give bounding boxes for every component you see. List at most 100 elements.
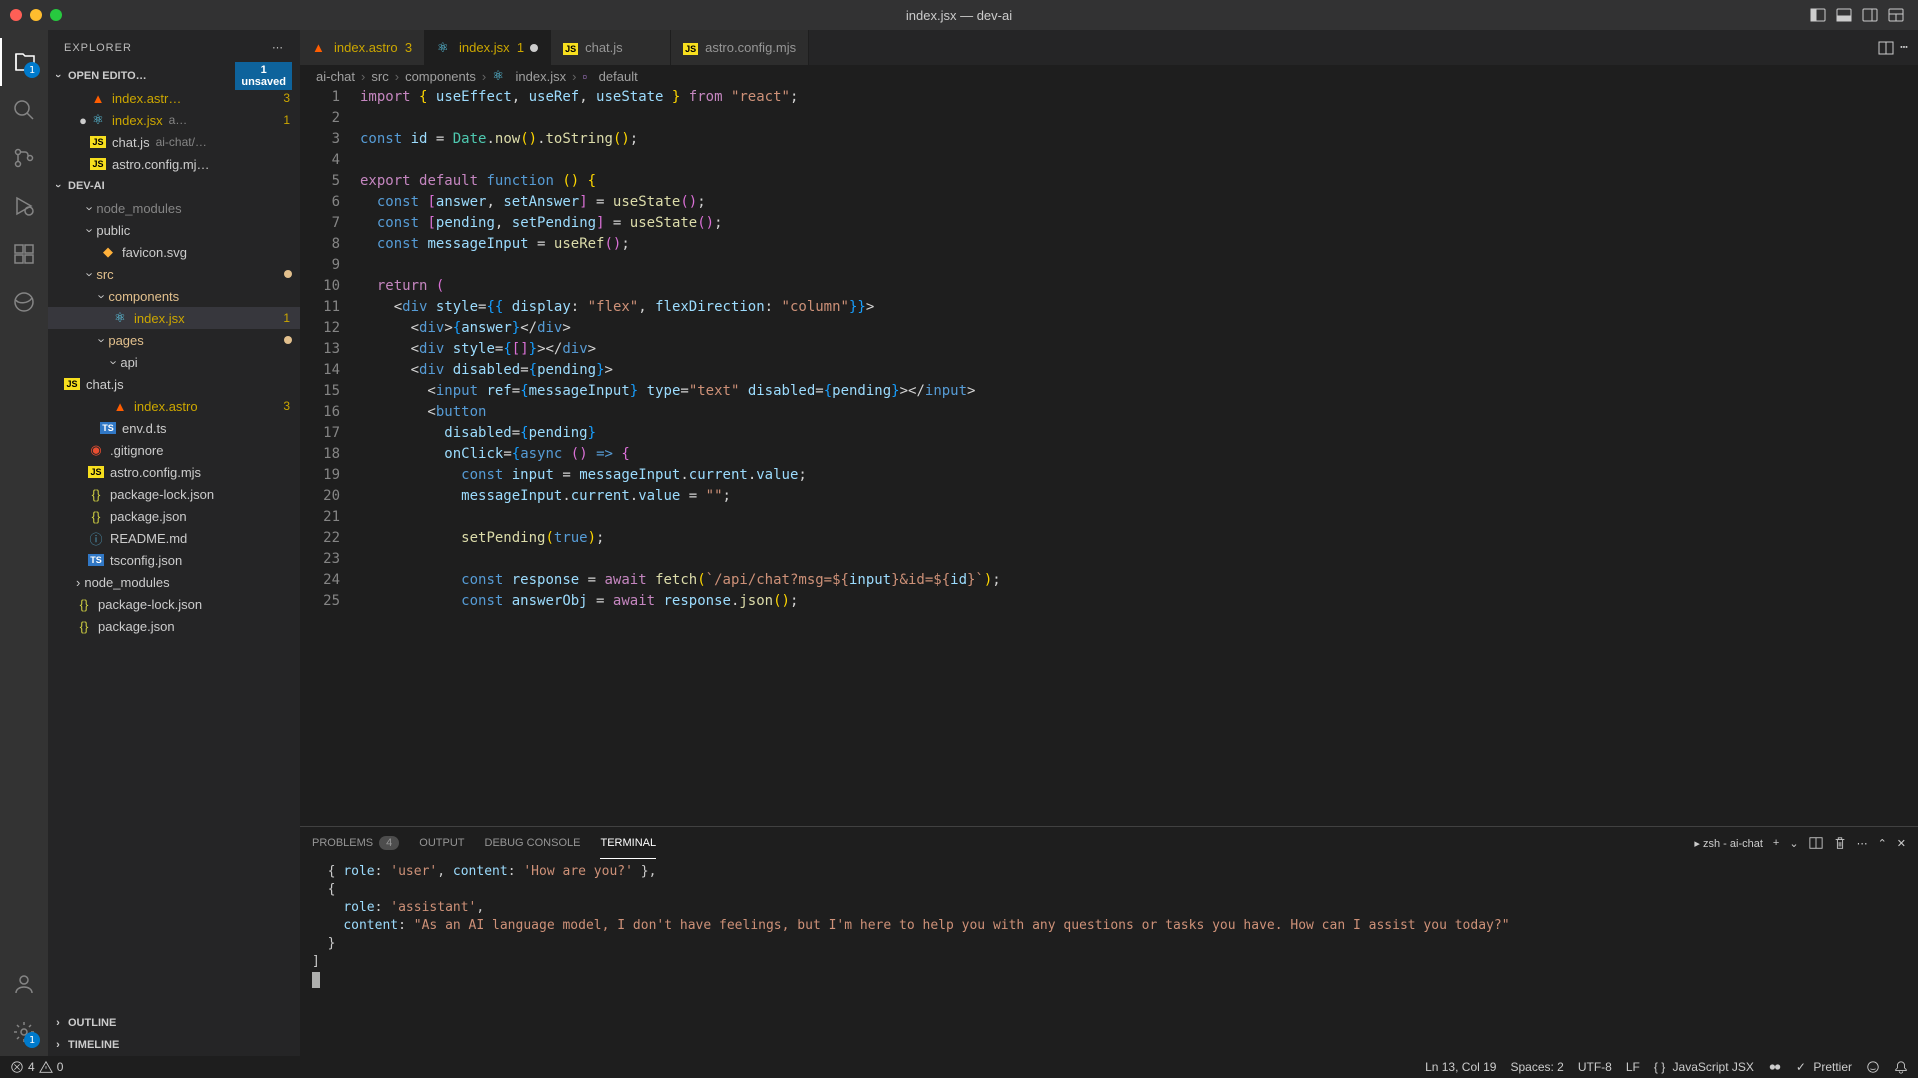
folder-item[interactable]: public — [48, 219, 300, 241]
breadcrumb[interactable]: ai-chat› src› components› ⚛ index.jsx› ▫… — [300, 65, 1918, 87]
file-item[interactable]: {}package.json — [48, 615, 300, 637]
settings-activity[interactable]: 1 — [0, 1008, 48, 1056]
maximize-window-button[interactable] — [50, 9, 62, 21]
folder-item[interactable]: components — [48, 285, 300, 307]
folder-item[interactable]: src — [48, 263, 300, 285]
chevron-right-icon — [52, 1039, 68, 1051]
status-bar: 4 0 Ln 13, Col 19 Spaces: 2 UTF-8 LF { }… — [0, 1056, 1918, 1078]
status-copilot-icon[interactable] — [1768, 1060, 1782, 1074]
accounts-activity[interactable] — [0, 960, 48, 1008]
file-item[interactable]: ⓘREADME.md — [48, 527, 300, 549]
file-item[interactable]: {}package.json — [48, 505, 300, 527]
code-content[interactable]: import { useEffect, useRef, useState } f… — [360, 87, 1918, 826]
unsaved-badge: 1 unsaved — [235, 62, 292, 90]
status-feedback-icon[interactable] — [1866, 1060, 1880, 1074]
folder-item[interactable]: node_modules — [48, 571, 300, 593]
chevron-down-icon — [52, 70, 68, 82]
status-language[interactable]: { } JavaScript JSX — [1654, 1060, 1754, 1074]
file-item[interactable]: JSchat.js — [48, 373, 300, 395]
open-editor-item[interactable]: ▲index.astr…3 — [48, 87, 300, 109]
edge-tools-activity[interactable] — [0, 278, 48, 326]
outline-section[interactable]: OUTLINE — [48, 1012, 300, 1034]
code-editor[interactable]: 1234567891011121314151617181920212223242… — [300, 87, 1918, 826]
editor-tab[interactable]: JSchat.js — [551, 30, 671, 65]
editor-tabs: ▲index.astro 3⚛index.jsx 1JSchat.jsJSast… — [300, 30, 1918, 65]
editor-more-icon[interactable]: ⋯ — [1900, 40, 1908, 55]
project-name: DEV-AI — [68, 180, 105, 192]
file-item[interactable]: JSastro.config.mjs — [48, 461, 300, 483]
window-controls — [10, 9, 62, 21]
terminal-more-icon[interactable]: ⋯ — [1857, 837, 1868, 850]
file-item[interactable]: {}package-lock.json — [48, 593, 300, 615]
explorer-more-icon[interactable]: ⋯ — [272, 41, 284, 54]
status-cursor[interactable]: Ln 13, Col 19 — [1425, 1060, 1496, 1074]
file-item[interactable]: TSenv.d.ts — [48, 417, 300, 439]
tab-output[interactable]: OUTPUT — [419, 827, 464, 859]
folder-item[interactable]: node_modules — [48, 197, 300, 219]
tab-problems[interactable]: PROBLEMS 4 — [312, 827, 399, 859]
open-editor-item[interactable]: JSchat.jsai-chat/… — [48, 131, 300, 153]
timeline-section[interactable]: TIMELINE — [48, 1034, 300, 1056]
window-title: index.jsx — dev-ai — [906, 8, 1012, 23]
minimize-window-button[interactable] — [30, 9, 42, 21]
terminal-dropdown-icon[interactable]: ⌄ — [1789, 837, 1798, 850]
terminal-output[interactable]: { role: 'user', content: 'How are you?' … — [300, 859, 1918, 1056]
open-editors-label: OPEN EDITO… — [68, 70, 147, 82]
activity-bar: 1 1 — [0, 30, 48, 1056]
layout-controls — [1806, 3, 1908, 27]
status-errors[interactable]: 4 0 — [10, 1060, 63, 1074]
kill-terminal-icon[interactable] — [1833, 836, 1847, 850]
status-encoding[interactable]: UTF-8 — [1578, 1060, 1612, 1074]
source-control-activity[interactable] — [0, 134, 48, 182]
status-prettier[interactable]: ✓ Prettier — [1796, 1060, 1852, 1074]
status-eol[interactable]: LF — [1626, 1060, 1640, 1074]
terminal-shell-picker[interactable]: ▸ zsh - ai-chat — [1694, 837, 1763, 850]
editor-tab[interactable]: ▲index.astro 3 — [300, 30, 425, 65]
bottom-panel: PROBLEMS 4 OUTPUT DEBUG CONSOLE TERMINAL… — [300, 826, 1918, 1056]
search-activity[interactable] — [0, 86, 48, 134]
explorer-activity[interactable]: 1 — [0, 38, 48, 86]
tab-terminal[interactable]: TERMINAL — [600, 827, 656, 859]
tab-debug-console[interactable]: DEBUG CONSOLE — [485, 827, 581, 859]
folder-item[interactable]: pages — [48, 329, 300, 351]
file-tree: node_modulespublic◆favicon.svgsrccompone… — [48, 197, 300, 1012]
split-editor-icon[interactable] — [1878, 40, 1894, 56]
explorer-sidebar: EXPLORER ⋯ OPEN EDITO… 1 unsaved ▲index.… — [48, 30, 300, 1056]
chevron-right-icon — [52, 1017, 68, 1029]
problems-count-badge: 4 — [379, 836, 399, 850]
close-window-button[interactable] — [10, 9, 22, 21]
toggle-secondary-sidebar-icon[interactable] — [1858, 3, 1882, 27]
open-editors-section[interactable]: OPEN EDITO… 1 unsaved — [48, 65, 300, 87]
close-panel-icon[interactable]: ✕ — [1897, 837, 1906, 850]
file-item[interactable]: ◆favicon.svg — [48, 241, 300, 263]
project-section[interactable]: DEV-AI — [48, 175, 300, 197]
maximize-panel-icon[interactable]: ⌃ — [1878, 837, 1887, 850]
open-editors-list: ▲index.astr…3●⚛index.jsxa…1JSchat.jsai-c… — [48, 87, 300, 175]
extensions-activity[interactable] — [0, 230, 48, 278]
file-item[interactable]: {}package-lock.json — [48, 483, 300, 505]
customize-layout-icon[interactable] — [1884, 3, 1908, 27]
status-spaces[interactable]: Spaces: 2 — [1510, 1060, 1563, 1074]
settings-badge: 1 — [24, 1032, 40, 1048]
file-item[interactable]: ◉.gitignore — [48, 439, 300, 461]
run-debug-activity[interactable] — [0, 182, 48, 230]
new-terminal-icon[interactable]: + — [1773, 837, 1779, 849]
editor-area: ▲index.astro 3⚛index.jsx 1JSchat.jsJSast… — [300, 30, 1918, 1056]
toggle-primary-sidebar-icon[interactable] — [1806, 3, 1830, 27]
file-item[interactable]: ▲index.astro3 — [48, 395, 300, 417]
status-notifications-icon[interactable] — [1894, 1060, 1908, 1074]
open-editor-item[interactable]: ●⚛index.jsxa…1 — [48, 109, 300, 131]
file-item[interactable]: TStsconfig.json — [48, 549, 300, 571]
chevron-down-icon — [52, 180, 68, 192]
folder-item[interactable]: api — [48, 351, 300, 373]
explorer-title: EXPLORER — [64, 42, 132, 54]
titlebar: index.jsx — dev-ai — [0, 0, 1918, 30]
toggle-panel-icon[interactable] — [1832, 3, 1856, 27]
open-editor-item[interactable]: JSastro.config.mj… — [48, 153, 300, 175]
editor-tab[interactable]: ⚛index.jsx 1 — [425, 30, 551, 65]
explorer-header: EXPLORER ⋯ — [48, 30, 300, 65]
editor-tab[interactable]: JSastro.config.mjs — [671, 30, 809, 65]
terminal-cursor — [312, 972, 320, 988]
file-item[interactable]: ⚛index.jsx1 — [48, 307, 300, 329]
split-terminal-icon[interactable] — [1809, 836, 1823, 850]
